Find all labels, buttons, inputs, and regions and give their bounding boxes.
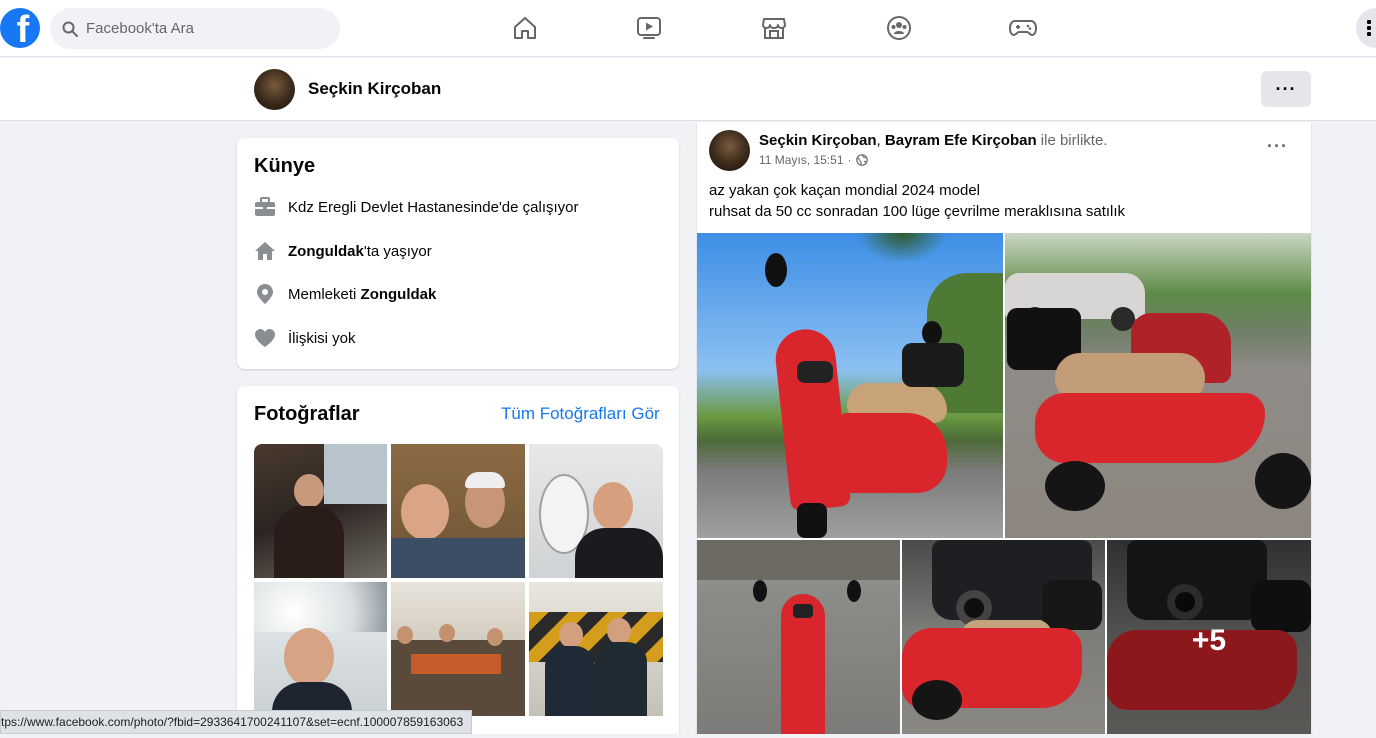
photo-thumbnail[interactable]: [254, 582, 387, 716]
location-pin-icon: [254, 283, 276, 305]
post-text-line: az yakan çok kaçan mondial 2024 model: [709, 182, 980, 199]
facebook-logo-icon[interactable]: f: [0, 8, 40, 48]
photos-card: Fotoğraflar Tüm Fotoğrafları Gör: [237, 386, 679, 738]
search-box[interactable]: [50, 8, 340, 49]
bottom-strip: [0, 734, 1376, 738]
intro-lives-city[interactable]: Zonguldak: [288, 243, 364, 260]
photo-thumbnail[interactable]: [391, 582, 525, 716]
post-text-line: ruhsat da 50 cc sonradan 100 lüge çevril…: [709, 203, 1126, 220]
marketplace-icon[interactable]: [760, 14, 788, 42]
post-header: Seçkin Kirçoban, Bayram Efe Kirçoban ile…: [759, 132, 1107, 149]
intro-card: Künye Kdz Eregli Devlet Hastanesinde'de …: [237, 138, 679, 369]
intro-hometown: Memleketi Zonguldak: [254, 283, 436, 305]
intro-work-text: Kdz Eregli Devlet Hastanesinde'de çalışı…: [288, 198, 579, 216]
intro-hometown-prefix: Memleketi: [288, 285, 361, 303]
heart-icon: [254, 327, 276, 349]
post-photo[interactable]: [697, 233, 1003, 538]
intro-title: Künye: [254, 155, 316, 177]
photo-thumbnail[interactable]: [529, 582, 663, 716]
photo-thumbnail[interactable]: [529, 444, 663, 578]
photos-title: Fotoğraflar: [254, 403, 360, 425]
post-photo[interactable]: [1005, 233, 1311, 538]
see-all-photos-link[interactable]: Tüm Fotoğrafları Gör: [501, 404, 660, 424]
home-filled-icon: [254, 240, 276, 262]
post-photo[interactable]: [902, 540, 1105, 738]
post-date[interactable]: 11 Mayıs, 15:51: [759, 153, 844, 167]
intro-relationship: İlişkisi yok: [254, 327, 356, 349]
post-author-avatar[interactable]: [709, 130, 750, 171]
intro-relationship-text: İlişkisi yok: [288, 329, 356, 347]
briefcase-icon: [254, 196, 276, 218]
watch-video-icon[interactable]: [635, 14, 663, 42]
gaming-icon[interactable]: [1009, 14, 1037, 42]
photo-thumbnail[interactable]: [391, 444, 525, 578]
post-meta-dot: ·: [847, 153, 852, 167]
intro-work: Kdz Eregli Devlet Hastanesinde'de çalışı…: [254, 196, 579, 218]
post-photo-more[interactable]: +5: [1107, 540, 1311, 738]
photo-thumbnail[interactable]: [254, 444, 387, 578]
groups-icon[interactable]: [885, 14, 913, 42]
globe-public-icon[interactable]: [855, 154, 868, 166]
profile-more-button[interactable]: ···: [1261, 71, 1311, 107]
post-card: Seçkin Kirçoban, Bayram Efe Kirçoban ile…: [697, 122, 1311, 738]
post-with-text: ile birlikte.: [1036, 132, 1108, 149]
post-options-button[interactable]: ···: [1267, 136, 1288, 157]
menu-grid-icon[interactable]: [1356, 8, 1376, 48]
photos-grid: [254, 444, 663, 716]
post-text: az yakan çok kaçan mondial 2024 model ru…: [709, 180, 1125, 222]
search-input[interactable]: [86, 20, 326, 37]
status-bar-url: tps://www.facebook.com/photo/?fbid=29336…: [0, 710, 473, 734]
post-separator: ,: [876, 132, 885, 149]
post-author-name[interactable]: Seçkin Kirçoban: [759, 132, 877, 149]
more-photos-overlay[interactable]: +5: [1107, 540, 1311, 738]
home-icon[interactable]: [511, 14, 539, 42]
post-photo[interactable]: [697, 540, 900, 738]
intro-lives-in: Zonguldak'ta yaşıyor: [254, 240, 432, 262]
intro-hometown-city[interactable]: Zonguldak: [361, 286, 437, 303]
search-icon: [62, 21, 78, 37]
top-navigation-bar: f: [0, 0, 1376, 57]
post-tagged-name[interactable]: Bayram Efe Kirçoban: [885, 132, 1037, 149]
profile-sticky-header: Seçkin Kirçoban ···: [0, 58, 1376, 121]
post-meta: 11 Mayıs, 15:51 ·: [759, 153, 868, 167]
profile-avatar[interactable]: [254, 69, 295, 110]
intro-lives-suffix: 'ta yaşıyor: [363, 242, 432, 260]
profile-name[interactable]: Seçkin Kirçoban: [308, 79, 441, 99]
